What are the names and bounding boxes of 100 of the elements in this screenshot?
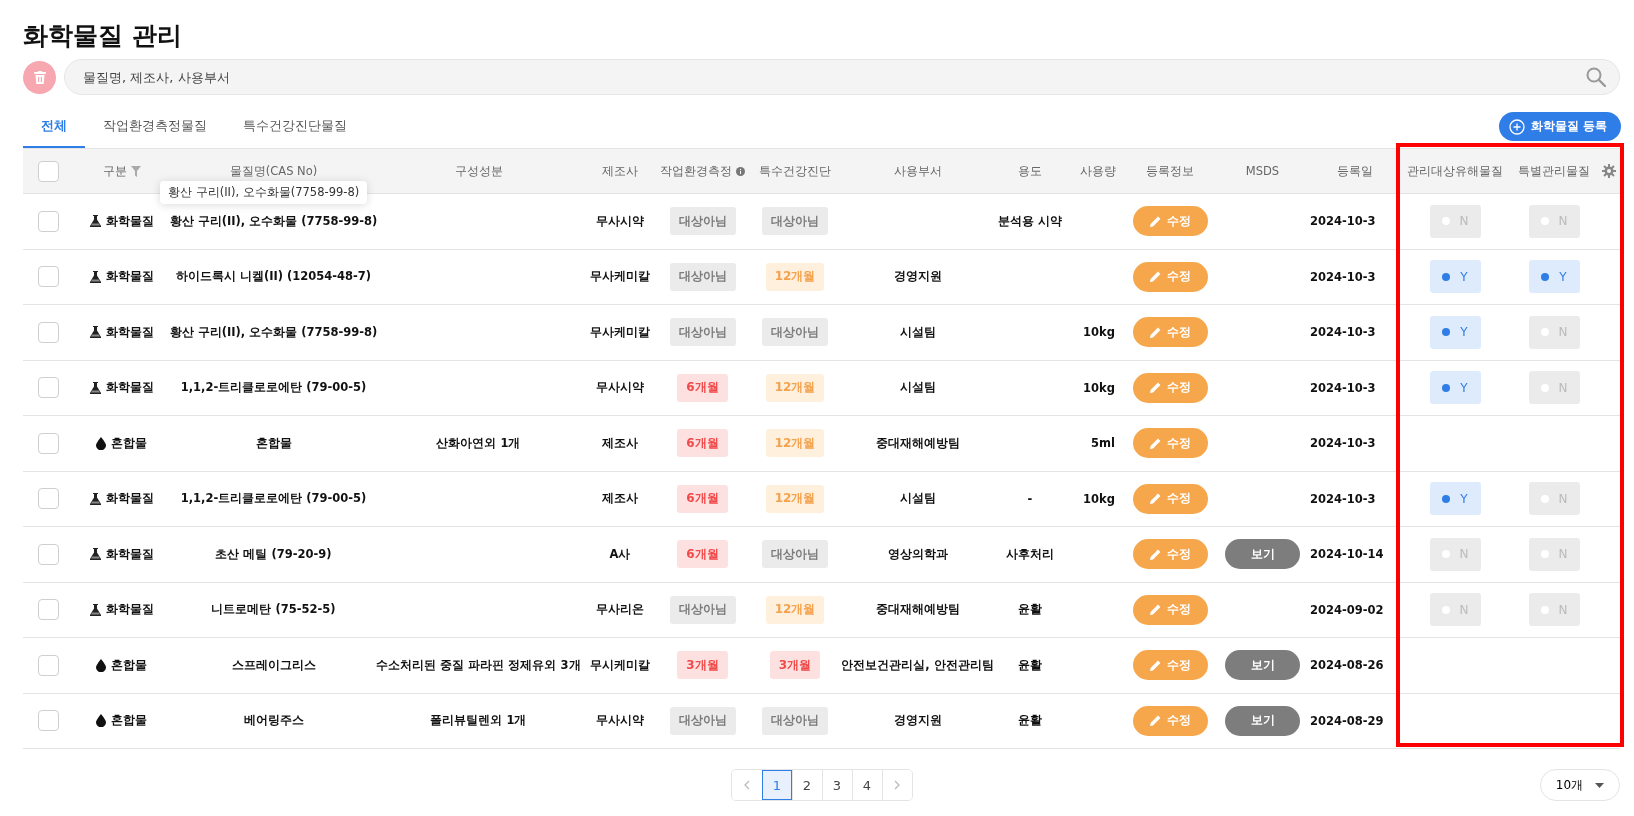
status-badge: 6개월	[677, 429, 728, 458]
table-cell: 분석용 시약	[998, 213, 1062, 229]
table-cell: 10kg	[1083, 491, 1115, 506]
settings-icon[interactable]	[1602, 164, 1616, 178]
status-badge: 3개월	[677, 651, 728, 680]
row-checkbox[interactable]	[37, 210, 59, 232]
row-checkbox[interactable]	[37, 432, 59, 454]
status-badge: 대상아님	[669, 207, 736, 236]
table-cell: 스프레이그리스	[231, 657, 316, 673]
chevron-right-icon	[894, 780, 900, 790]
table-cell: 무사시약	[596, 713, 644, 729]
pencil-icon	[1149, 326, 1161, 338]
status-badge: 6개월	[677, 373, 728, 402]
pencil-icon	[1149, 215, 1161, 227]
table-cell: A사	[609, 546, 631, 562]
row-checkbox[interactable]	[37, 488, 59, 510]
filter-icon[interactable]	[130, 165, 141, 177]
table-cell: 윤활	[1018, 602, 1042, 618]
tab[interactable]: 작업환경측정물질	[85, 107, 225, 148]
table-cell: 2024-10-3	[1310, 214, 1376, 229]
table-cell: 2024-10-14	[1310, 547, 1384, 562]
type-label: 화학물질	[105, 380, 154, 396]
column-header: 관리대상유해물질	[1407, 163, 1503, 179]
status-badge: 대상아님	[762, 540, 828, 569]
pencil-icon	[1149, 493, 1161, 505]
flag-badge: Y	[1528, 260, 1580, 294]
column-header: 물질명(CAS No)	[229, 163, 318, 179]
table-cell: 제조사	[602, 435, 638, 451]
table-cell: 시설팀	[899, 324, 936, 340]
register-button[interactable]: 화학물질 등록	[1498, 112, 1621, 141]
table-cell: 폴리뷰틸렌외 1개	[430, 713, 527, 729]
view-button[interactable]: 보기	[1225, 705, 1300, 736]
flag-badge: Y	[1429, 260, 1481, 294]
table-cell: 황산 구리(II), 오수화물 (7758-99-8)	[169, 324, 378, 340]
table-cell: 2024-10-3	[1310, 325, 1376, 340]
status-badge: 12개월	[765, 484, 825, 513]
table-cell: 5ml	[1091, 436, 1115, 451]
column-header: 등록정보	[1146, 163, 1194, 179]
table-cell: 무사케미칼	[590, 324, 650, 340]
table-cell: 무사리온	[596, 602, 644, 618]
table-cell: 10kg	[1083, 380, 1115, 395]
page-size-select[interactable]: 10개	[1540, 769, 1620, 801]
status-badge: 대상아님	[669, 262, 736, 291]
select-all-checkbox[interactable]	[37, 160, 59, 182]
table-cell: 2024-10-3	[1310, 380, 1376, 395]
table-cell: 하이드록시 니켈(II) (12054-48-7)	[175, 269, 372, 285]
table-cell: 2024-10-3	[1310, 269, 1376, 284]
column-header: 작업환경측정	[660, 163, 732, 179]
table-cell: 2024-09-02	[1310, 602, 1384, 617]
table-cell: -	[1027, 491, 1033, 506]
page-button[interactable]: 1	[761, 770, 792, 800]
status-badge: 대상아님	[669, 706, 736, 735]
chevron-left-icon	[743, 780, 750, 790]
table-cell: 산화아연외 1개	[436, 435, 521, 451]
type-label: 화학물질	[105, 491, 154, 507]
row-checkbox[interactable]	[37, 710, 59, 732]
table-cell: 경영지원	[893, 713, 942, 729]
info-icon[interactable]	[736, 164, 745, 178]
tab[interactable]: 특수건강진단물질	[225, 107, 365, 148]
search-field[interactable]: 물질명, 제조사, 사용부서	[64, 59, 1620, 95]
table-cell: 수소처리된 중질 파라핀 정제유외 3개	[376, 657, 581, 673]
tooltip: 황산 구리(II), 오수화물(7758-99-8)	[160, 181, 368, 204]
view-button[interactable]: 보기	[1225, 539, 1300, 570]
row-checkbox[interactable]	[37, 543, 59, 565]
type-label: 혼합물	[111, 713, 147, 729]
row-checkbox[interactable]	[37, 321, 59, 343]
row-checkbox[interactable]	[37, 377, 59, 399]
status-badge: 12개월	[765, 262, 825, 291]
status-badge: 대상아님	[669, 595, 736, 624]
table-cell: 2024-08-29	[1310, 713, 1384, 728]
table-cell: 초산 메틸 (79-20-9)	[215, 546, 332, 562]
type-label: 혼합물	[111, 435, 147, 451]
column-header: MSDS	[1245, 164, 1280, 178]
plus-circle-icon	[1508, 118, 1525, 135]
table-cell: 1,1,2-트리클로로에탄 (79-00-5)	[180, 380, 367, 396]
table-cell: 1,1,2-트리클로로에탄 (79-00-5)	[180, 491, 367, 507]
delete-button[interactable]	[23, 60, 56, 94]
table-cell: 사후처리	[1006, 546, 1054, 562]
status-badge: 12개월	[765, 595, 825, 624]
type-label: 화학물질	[105, 602, 154, 618]
table-cell: 무사시약	[596, 380, 644, 396]
search-icon[interactable]	[1586, 67, 1606, 87]
status-badge: 12개월	[765, 373, 825, 402]
table-cell: 2024-10-3	[1310, 491, 1376, 506]
status-badge: 대상아님	[762, 318, 828, 347]
row-checkbox[interactable]	[37, 599, 59, 621]
next-page-button[interactable]	[881, 770, 912, 800]
table-cell: 10kg	[1083, 325, 1115, 340]
table-cell: 제조사	[602, 491, 638, 507]
table-cell: 중대재해예방팀	[875, 435, 960, 451]
column-header: 특별관리물질	[1518, 163, 1590, 179]
row-checkbox[interactable]	[37, 654, 59, 676]
table-cell: 혼합물	[255, 435, 292, 451]
status-badge: 6개월	[677, 484, 728, 513]
status-badge: 대상아님	[762, 207, 828, 236]
type-label: 화학물질	[105, 269, 154, 285]
view-button[interactable]: 보기	[1225, 650, 1300, 681]
table-cell: 안전보건관리실, 안전관리팀	[841, 657, 994, 673]
table-cell: 2024-10-3	[1310, 436, 1376, 451]
row-checkbox[interactable]	[37, 266, 59, 288]
